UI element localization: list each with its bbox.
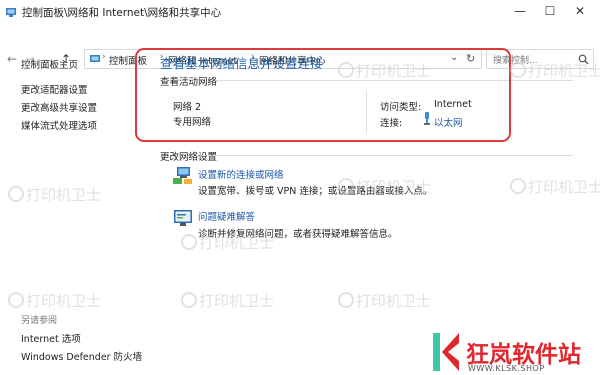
k-logo-icon [433,333,459,371]
navigation-bar: ← → ⌄ ↑ › 控制面板 › 网络和 Internet › 网络和共享中心 … [0,24,600,69]
sidebar-item-defender-firewall[interactable]: Windows Defender 防火墙 [21,349,142,363]
watermark-logo-icon [338,292,354,308]
watermark-logo-icon [510,178,526,194]
control-panel-icon [90,55,100,62]
logo-url: WWW.KLSK.SHOP [468,364,545,373]
section-divider [215,155,573,156]
watermark-logo-icon [510,62,526,78]
watermark: 打印机卫士 [8,184,101,205]
sidebar-item-internet-options[interactable]: Internet 选项 [21,331,81,345]
watermark-logo-icon [8,292,24,308]
troubleshoot-link[interactable]: 问题疑难解答 [198,209,255,223]
control-panel-icon [6,8,16,17]
watermark-logo-icon [181,234,197,250]
back-arrow-icon[interactable]: ← [4,50,20,68]
setup-connection-link[interactable]: 设置新的连接或网络 [198,167,284,181]
sidebar-item-adapter-settings[interactable]: 更改适配器设置 [21,82,88,96]
minimize-button[interactable]: — [505,0,535,22]
watermark: 打印机卫士 [338,176,431,197]
watermark: 打印机卫士 [338,60,431,81]
sidebar-item-media-streaming[interactable]: 媒体流式处理选项 [21,118,97,132]
troubleshoot-icon [174,210,192,226]
window-title: 控制面板\网络和 Internet\网络和共享中心 [22,7,222,19]
maximize-button[interactable]: ☐ [535,0,565,22]
watermark: 打印机卫士 [510,60,600,81]
watermark: 打印机卫士 [338,290,431,311]
network-setup-icon [173,167,192,184]
breadcrumb-separator: › [102,52,106,62]
watermark-logo-icon [8,186,24,202]
watermark-logo-icon [338,62,354,78]
see-also-title: 另请参阅 [21,316,58,326]
watermark: 打印机卫士 [181,290,274,311]
sidebar-item-advanced-sharing[interactable]: 更改高级共享设置 [21,100,97,114]
watermark: 打印机卫士 [510,176,600,197]
watermark: 打印机卫士 [181,232,274,253]
watermark-logo-icon [338,178,354,194]
title-bar: 控制面板\网络和 Internet\网络和共享中心 — ☐ ✕ [0,0,600,24]
sidebar-home-link[interactable]: 控制面板主页 [21,57,78,71]
change-settings-label: 更改网络设置 [160,152,218,163]
close-button[interactable]: ✕ [565,0,595,22]
site-logo: 狂岚软件站 WWW.KLSK.SHOP [433,331,598,375]
watermark: 打印机卫士 [8,290,101,311]
watermark-logo-icon [181,292,197,308]
highlight-box [135,48,511,142]
